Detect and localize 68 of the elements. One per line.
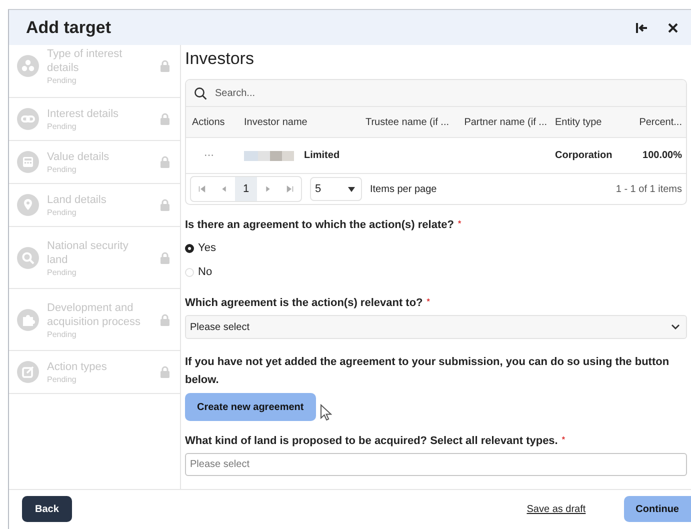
column-header[interactable]: Entity type <box>555 116 639 128</box>
step-status: Pending <box>47 268 78 276</box>
step-status: Pending <box>47 208 78 217</box>
lock-icon <box>160 314 170 326</box>
pagination-summary: 1 - 1 of 1 items <box>616 184 682 194</box>
caret-icon <box>348 186 355 192</box>
instruction-text: If you have not yet added the agreement to your submission, you can do so using the button below. <box>185 355 670 388</box>
collapse-icon[interactable] <box>635 20 649 34</box>
column-header[interactable]: Percent... <box>639 116 686 128</box>
step-title: National security land <box>47 238 130 266</box>
calculator-icon <box>17 151 39 173</box>
link-icon <box>17 108 39 130</box>
land-type-field[interactable]: Please select <box>185 453 687 476</box>
step-title: Development and acquisition process <box>47 300 142 328</box>
radio-option[interactable]: Yes <box>185 237 220 259</box>
required-marker: * <box>562 435 565 444</box>
step-status: Pending <box>47 76 78 85</box>
step-status: Pending <box>47 165 78 174</box>
page-size-label: Items per page <box>370 184 438 194</box>
step-status: Pending <box>47 330 78 338</box>
edit-icon <box>17 361 39 383</box>
lock-icon <box>160 199 170 211</box>
continue-button[interactable]: Continue <box>624 496 691 522</box>
back-button[interactable]: Back <box>22 496 72 522</box>
step-title: Land details <box>47 193 108 207</box>
lock-icon <box>160 252 170 264</box>
nodes-icon <box>17 55 39 77</box>
create-agreement-button[interactable]: Create new agreement <box>185 393 316 421</box>
question-label: Is there an agreement to which the action(s) relate? <box>185 219 454 231</box>
chevron-down-icon <box>671 324 680 330</box>
question-label: What kind of land is proposed to be acquired? Select all relevant types. <box>185 435 558 447</box>
search-icon <box>194 86 207 100</box>
step-title: Interest details <box>47 107 120 121</box>
cursor-icon <box>320 404 332 421</box>
page-number-button[interactable]: 1 <box>235 177 257 201</box>
required-marker: * <box>458 219 462 228</box>
close-icon[interactable] <box>667 22 679 34</box>
table-cell: Limited <box>304 150 340 161</box>
lock-icon <box>160 113 170 125</box>
map-pin-icon <box>17 194 39 216</box>
column-header[interactable]: Trustee name (if ... <box>359 116 457 128</box>
radio-button[interactable] <box>185 244 194 252</box>
agreement-dropdown[interactable]: Please select <box>185 315 687 339</box>
step-title: Action types <box>47 360 108 374</box>
question-label: Which agreement is the action(s) relevant to? <box>185 297 423 309</box>
table-cell-text: 100.00% <box>642 150 683 161</box>
lock-icon <box>160 366 170 378</box>
radio-option[interactable]: No <box>185 261 216 283</box>
step-title: Type of interest details <box>47 47 124 75</box>
save-draft-link[interactable]: Save as draft <box>526 504 586 514</box>
required-marker: * <box>426 297 430 306</box>
step-title: Value details <box>47 150 110 164</box>
search-input[interactable]: Search... <box>213 86 678 100</box>
actions-menu[interactable]: ··· <box>192 150 244 161</box>
column-header[interactable]: Partner name (if ... <box>457 116 555 128</box>
column-header[interactable]: Investor name <box>244 116 359 128</box>
magnifier-icon <box>17 246 39 268</box>
page-size-dropdown[interactable]: 5 <box>310 177 362 201</box>
section-heading: Investors <box>185 49 255 69</box>
lock-icon <box>160 60 170 72</box>
column-header[interactable]: Actions <box>192 116 244 128</box>
search-field[interactable]: Search... <box>186 80 686 107</box>
table-cell-text: Corporation <box>555 150 614 161</box>
step-status: Pending <box>47 122 78 131</box>
step-status: Pending <box>47 375 78 384</box>
window-title: Add target <box>26 18 112 38</box>
puzzle-icon <box>17 308 39 330</box>
lock-icon <box>160 156 170 168</box>
